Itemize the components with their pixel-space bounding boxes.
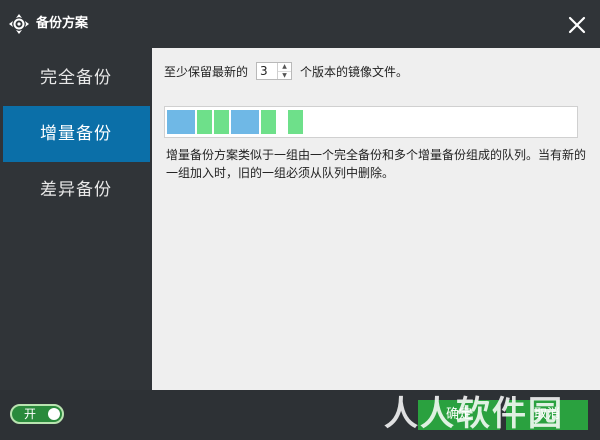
incremental-backup-block [261,110,276,134]
cancel-button[interactable]: 取消 [506,400,588,430]
sidebar-item-label: 完全备份 [40,68,112,88]
full-backup-block [231,110,259,134]
retain-count-value[interactable]: 3 [257,63,277,79]
bottom-bar: 开 确定 取消 [0,390,600,440]
confirm-button[interactable]: 确定 [418,400,500,430]
stepper-down-icon[interactable]: ▼ [278,71,292,80]
stepper-buttons: ▲ ▼ [277,63,292,80]
sidebar-item-differential-backup[interactable]: 差异备份 [3,162,150,218]
sidebar-item-label: 增量备份 [40,124,112,144]
full-backup-block [167,110,195,134]
scheme-description: 增量备份方案类似于一组由一个完全备份和多个增量备份组成的队列。当有新的一组加入时… [166,148,587,180]
app-logo-icon [9,14,29,34]
retain-prefix-label: 至少保留最新的 [164,64,249,79]
incremental-backup-block [214,110,229,134]
incremental-backup-block [197,110,212,134]
backup-queue-diagram [164,106,578,138]
scheme-content-panel: 至少保留最新的 3 ▲ ▼ 个版本的镜像文件。 增量备份方案类似于一组由一个完全… [152,48,600,390]
close-icon[interactable] [566,14,588,36]
scheme-toggle-switch[interactable]: 开 [10,404,64,424]
sidebar-item-full-backup[interactable]: 完全备份 [3,50,150,106]
title-bar: 备份方案 [0,0,600,48]
scheme-sidebar: 完全备份 增量备份 差异备份 [0,48,150,390]
retain-versions-row: 至少保留最新的 3 ▲ ▼ 个版本的镜像文件。 [164,62,408,80]
retain-count-stepper[interactable]: 3 ▲ ▼ [256,62,293,80]
window-title: 备份方案 [36,16,89,31]
toggle-label: 开 [24,407,37,421]
incremental-backup-block [288,110,303,134]
backup-scheme-dialog: 备份方案 完全备份 增量备份 差异备份 至少保留最新的 3 ▲ ▼ 个版本的镜像… [0,0,600,440]
sidebar-item-label: 差异备份 [40,180,112,200]
sidebar-item-incremental-backup[interactable]: 增量备份 [3,106,150,162]
toggle-knob [48,408,60,420]
stepper-up-icon[interactable]: ▲ [278,63,291,71]
retain-suffix-label: 个版本的镜像文件。 [300,64,409,79]
